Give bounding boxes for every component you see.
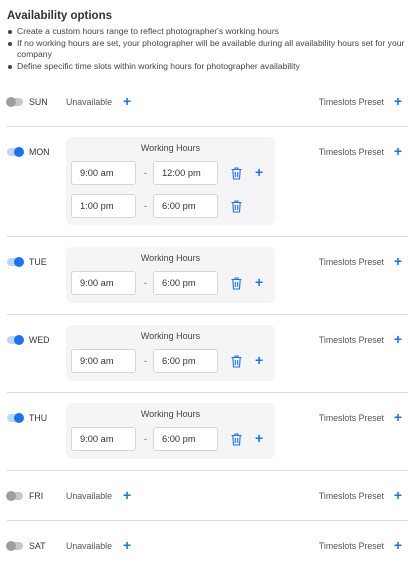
add-range-button[interactable]: + [255, 353, 263, 367]
instruction-item: Create a custom hours range to reflect p… [7, 26, 407, 38]
day-label-mon: MON [29, 147, 50, 157]
range-dash: - [144, 434, 147, 444]
unavailable-label-sat: Unavailable [66, 541, 112, 551]
add-range-button[interactable]: + [255, 431, 263, 445]
day-row-tue: TUE Working Hours 9:00 am - 6:00 pm + Ti… [7, 247, 408, 315]
start-time-input[interactable]: 1:00 pm [71, 194, 136, 218]
unavailable-label-fri: Unavailable [66, 491, 112, 501]
add-timeslot-preset-button-sun[interactable]: + [394, 94, 402, 108]
day-row-fri: FRI Unavailable + Timeslots Preset + [6, 486, 408, 521]
start-time-input[interactable]: 9:00 am [71, 161, 136, 185]
day-row-thu: THU Working Hours 9:00 am - 6:00 pm + Ti… [7, 403, 408, 471]
availability-toggle-wed[interactable] [7, 335, 24, 345]
range-dash: - [144, 201, 147, 211]
working-hours-label: Working Hours [140, 409, 201, 419]
working-hours-panel-tue: Working Hours 9:00 am - 6:00 pm + [66, 247, 275, 303]
day-label-sun: SUN [29, 97, 48, 107]
end-time-input[interactable]: 12:00 pm [153, 161, 218, 185]
availability-toggle-sat[interactable] [6, 541, 23, 551]
availability-toggle-tue[interactable] [7, 257, 24, 267]
availability-toggle-thu[interactable] [7, 413, 24, 423]
instruction-item: Define specific time slots within workin… [7, 61, 407, 73]
working-hours-panel-mon: Working Hours 9:00 am - 12:00 pm + 1:00 … [66, 137, 275, 225]
range-dash: - [144, 168, 147, 178]
working-hours-label: Working Hours [140, 331, 201, 341]
start-time-input[interactable]: 9:00 am [71, 271, 136, 295]
end-time-input[interactable]: 6:00 pm [153, 427, 218, 451]
instructions-list: Create a custom hours range to reflect p… [7, 26, 407, 72]
availability-toggle-sun[interactable] [6, 97, 23, 107]
add-timeslot-preset-button-fri[interactable]: + [394, 488, 402, 502]
day-label-sat: SAT [29, 541, 46, 551]
day-label-tue: TUE [29, 257, 47, 267]
availability-toggle-fri[interactable] [6, 491, 23, 501]
trash-icon[interactable] [231, 200, 242, 213]
add-timeslot-preset-button-thu[interactable]: + [394, 410, 402, 424]
add-range-button[interactable]: + [255, 165, 263, 179]
add-range-button[interactable]: + [255, 275, 263, 289]
page-title: Availability options [7, 10, 113, 22]
add-hours-button-fri[interactable]: + [123, 488, 131, 502]
add-timeslot-preset-button-mon[interactable]: + [394, 144, 402, 158]
add-hours-button-sat[interactable]: + [123, 538, 131, 552]
range-dash: - [144, 278, 147, 288]
start-time-input[interactable]: 9:00 am [71, 427, 136, 451]
day-row-sun: SUN Unavailable + Timeslots Preset + [6, 92, 408, 127]
day-row-wed: WED Working Hours 9:00 am - 6:00 pm + Ti… [7, 325, 408, 393]
instruction-item: If no working hours are set, your photog… [7, 38, 407, 61]
trash-icon[interactable] [231, 277, 242, 290]
working-hours-panel-wed: Working Hours 9:00 am - 6:00 pm + [66, 325, 275, 381]
unavailable-label-sun: Unavailable [66, 97, 112, 107]
range-dash: - [144, 356, 147, 366]
day-row-mon: MON Working Hours 9:00 am - 12:00 pm + 1… [7, 137, 408, 237]
start-time-input[interactable]: 9:00 am [71, 349, 136, 373]
timeslots-preset-label-wed: Timeslots Preset [318, 335, 384, 345]
timeslots-preset-label-thu: Timeslots Preset [318, 413, 384, 423]
add-timeslot-preset-button-wed[interactable]: + [394, 332, 402, 346]
trash-icon[interactable] [231, 167, 242, 180]
add-timeslot-preset-button-tue[interactable]: + [394, 254, 402, 268]
trash-icon[interactable] [231, 433, 242, 446]
timeslots-preset-label-mon: Timeslots Preset [318, 147, 384, 157]
timeslots-preset-label-sat: Timeslots Preset [318, 541, 384, 551]
end-time-input[interactable]: 6:00 pm [153, 349, 218, 373]
end-time-input[interactable]: 6:00 pm [153, 194, 218, 218]
day-label-wed: WED [29, 335, 50, 345]
working-hours-label: Working Hours [140, 253, 201, 263]
working-hours-panel-thu: Working Hours 9:00 am - 6:00 pm + [66, 403, 275, 459]
day-label-thu: THU [29, 413, 48, 423]
availability-toggle-mon[interactable] [7, 147, 24, 157]
timeslots-preset-label-tue: Timeslots Preset [318, 257, 384, 267]
end-time-input[interactable]: 6:00 pm [153, 271, 218, 295]
add-hours-button-sun[interactable]: + [123, 94, 131, 108]
timeslots-preset-label-fri: Timeslots Preset [318, 491, 384, 501]
timeslots-preset-label-sun: Timeslots Preset [318, 97, 384, 107]
trash-icon[interactable] [231, 355, 242, 368]
day-label-fri: FRI [29, 491, 44, 501]
add-timeslot-preset-button-sat[interactable]: + [394, 538, 402, 552]
day-row-sat: SAT Unavailable + Timeslots Preset + [6, 536, 408, 560]
working-hours-label: Working Hours [140, 143, 201, 153]
